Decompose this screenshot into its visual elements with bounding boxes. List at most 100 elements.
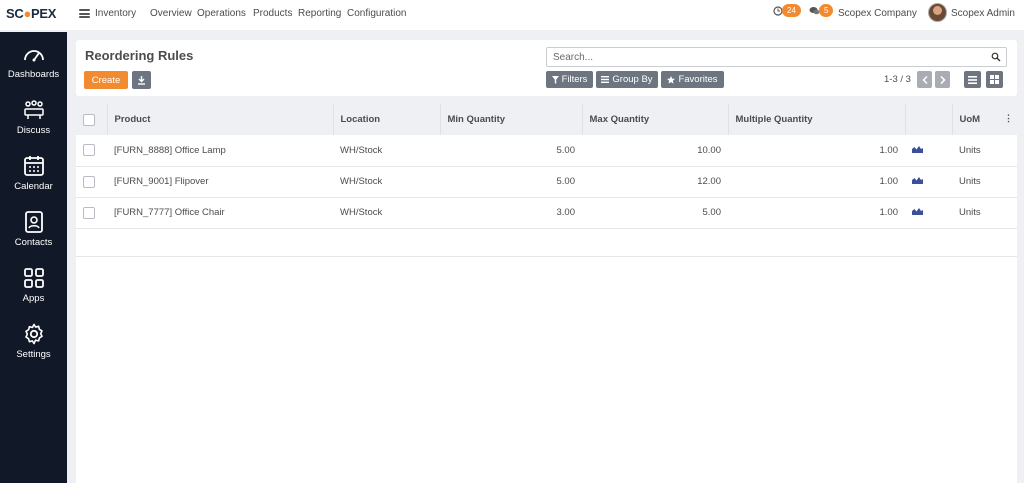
sidebar-item-label: Dashboards [7,69,60,80]
column-header-product[interactable]: Product [107,104,334,135]
cell-min-quantity[interactable]: 3.00 [440,197,582,228]
sidebar-item-label: Settings [16,349,51,360]
cell-forecast [905,197,952,228]
create-button[interactable]: Create [84,71,128,89]
list-view: Product Location Min Quantity Max Quanti… [76,104,1017,483]
filters-label: Filters [561,74,588,85]
sidebar-item-contacts[interactable]: Contacts [0,210,67,258]
sidebar-item-calendar[interactable]: Calendar [0,154,67,202]
pager-value[interactable]: 1-3 / 3 [884,74,911,85]
logo-o-mark: ● [23,5,32,21]
cell-min-quantity[interactable]: 5.00 [440,135,582,166]
nav-menu-configuration[interactable]: Configuration [347,8,406,19]
filter-icon [551,75,559,84]
select-all-checkbox[interactable] [83,113,95,126]
cell-uom[interactable]: Units [952,166,1017,197]
sidebar-item-apps[interactable]: Apps [0,266,67,314]
pager-next-button[interactable] [935,71,950,88]
search-icon[interactable] [991,52,1001,62]
cell-product[interactable]: [FURN_9001] Flipover [107,166,333,197]
activity-count-badge: 24 [782,4,801,17]
nav-menu-reporting[interactable]: Reporting [298,8,341,19]
cell-multiple-quantity[interactable]: 1.00 [728,197,905,228]
discuss-icon [23,100,44,119]
gauge-icon [23,50,44,62]
cell-multiple-quantity[interactable]: 1.00 [728,135,905,166]
sidebar-item-label: Contacts [14,237,53,248]
sidebar-item-settings[interactable]: Settings [0,322,67,370]
select-all-cell [76,104,108,135]
table-row[interactable]: [FURN_9001] Flipover WH/Stock 5.00 12.00… [76,166,1017,197]
pager-previous-button[interactable] [917,71,932,88]
list-icon [601,76,610,83]
kanban-view-icon [990,75,999,84]
cell-max-quantity[interactable]: 12.00 [582,166,728,197]
area-chart-icon[interactable] [912,207,923,215]
cell-min-quantity[interactable]: 5.00 [440,166,582,197]
download-icon [138,75,145,85]
messages-button[interactable]: 5 [809,4,834,17]
logo-text-end: PEX [31,5,57,21]
cell-location[interactable]: WH/Stock [333,135,440,166]
search-box [546,47,1007,67]
message-count-badge: 5 [819,4,834,17]
apps-grid-icon [23,268,44,288]
area-chart-icon[interactable] [912,145,923,153]
chevron-left-icon [921,75,928,84]
nav-app-name[interactable]: Inventory [95,8,136,19]
table-header-row: Product Location Min Quantity Max Quanti… [76,104,1017,135]
nav-menu-operations[interactable]: Operations [197,8,246,19]
top-navbar: SC ● PEX Inventory Overview Operations P… [0,0,1024,30]
column-header-min-quantity[interactable]: Min Quantity [440,104,583,135]
cell-max-quantity[interactable]: 10.00 [582,135,728,166]
hamburger-menu-icon[interactable] [79,9,90,18]
row-checkbox[interactable] [83,144,95,157]
favorites-label: Favorites [678,74,718,85]
cell-uom[interactable]: Units [952,197,1017,228]
table-row[interactable]: [FURN_8888] Office Lamp WH/Stock 5.00 10… [76,135,1017,166]
search-input[interactable] [553,50,983,64]
favorites-button[interactable]: Favorites [661,71,724,88]
cell-location[interactable]: WH/Stock [333,166,440,197]
company-switcher[interactable]: Scopex Company [838,8,917,19]
row-checkbox[interactable] [83,175,95,188]
filters-button[interactable]: Filters [546,71,593,88]
cell-uom[interactable]: Units [952,135,1017,166]
sidebar-item-label: Calendar [14,181,53,192]
column-header-uom-label: UoM [959,114,981,125]
cell-product[interactable]: [FURN_7777] Office Chair [107,197,333,228]
nav-menu-products[interactable]: Products [253,8,292,19]
row-checkbox[interactable] [83,206,95,219]
calendar-icon [23,156,44,176]
list-view-button[interactable] [964,71,981,88]
logo-text-start: SC [6,5,24,21]
cell-max-quantity[interactable]: 5.00 [582,197,728,228]
sidebar-item-dashboards[interactable]: Dashboards [0,42,67,90]
group-by-label: Group By [612,74,653,85]
nav-menu-overview[interactable]: Overview [150,8,192,19]
sidebar-item-discuss[interactable]: Discuss [0,98,67,146]
column-header-location[interactable]: Location [333,104,441,135]
kanban-view-button[interactable] [986,71,1003,88]
column-header-max-quantity[interactable]: Max Quantity [582,104,729,135]
column-header-uom[interactable]: UoM ⋮ [952,104,1017,135]
cell-forecast [905,166,952,197]
chevron-right-icon [939,75,946,84]
control-panel: Reordering Rules Create Filters Group By… [76,40,1017,96]
column-options-icon[interactable]: ⋮ [1004,113,1013,124]
download-button[interactable] [132,71,151,89]
cell-location[interactable]: WH/Stock [333,197,440,228]
cell-product[interactable]: [FURN_8888] Office Lamp [107,135,333,166]
column-header-multiple-quantity[interactable]: Multiple Quantity [728,104,906,135]
scopex-logo[interactable]: SC ● PEX [6,5,66,21]
star-icon [667,75,676,84]
user-menu-name[interactable]: Scopex Admin [951,8,1015,19]
area-chart-icon[interactable] [912,176,923,184]
reordering-rules-table: Product Location Min Quantity Max Quanti… [76,104,1017,257]
group-by-button[interactable]: Group By [596,71,658,88]
cell-multiple-quantity[interactable]: 1.00 [728,166,905,197]
activity-button[interactable]: 24 [773,4,801,17]
table-row[interactable]: [FURN_7777] Office Chair WH/Stock 3.00 5… [76,197,1017,228]
sidebar-item-label: Apps [22,293,45,304]
user-avatar[interactable] [928,3,947,22]
